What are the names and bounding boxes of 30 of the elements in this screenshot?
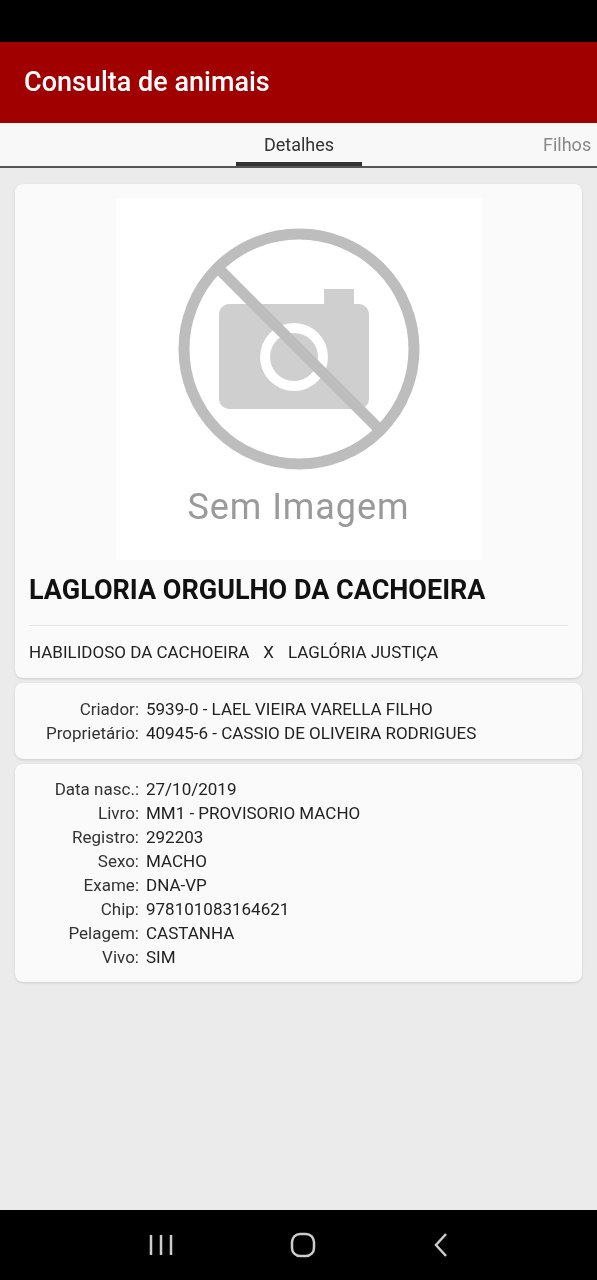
field-label: Data nasc.: <box>53 778 140 801</box>
dam-name: LAGLÓRIA JUSTIÇA <box>288 640 439 664</box>
field-value: MM1 - PROVISORIO MACHO <box>146 802 361 825</box>
field-value: 5939-0 - LAEL VIEIRA VARELLA FILHO <box>146 698 433 721</box>
field-value: 978101083164621 <box>146 898 290 921</box>
field-value: SIM <box>146 946 176 969</box>
animal-name: LAGLORIA ORGULHO DA CACHOEIRA <box>29 573 487 608</box>
field-label: Sexo: <box>96 850 140 873</box>
field-label: Proprietário: <box>45 722 140 745</box>
field-value: DNA-VP <box>146 874 207 897</box>
field-label: Registro: <box>71 826 140 849</box>
field-label: Pelagem: <box>67 922 140 945</box>
tab[interactable]: Detalhes <box>236 123 362 166</box>
back-icon[interactable] <box>432 1232 449 1258</box>
field-value: 40945-6 - CASSIO DE OLIVEIRA RODRIGUES <box>146 722 477 745</box>
field-value: CASTANHA <box>146 922 235 945</box>
field-label: Livro: <box>97 802 140 825</box>
home-icon[interactable] <box>290 1232 317 1258</box>
field-value: 27/10/2019 <box>146 778 237 801</box>
field-label: Exame: <box>82 874 140 897</box>
no-image-text: Sem Imagem <box>187 485 410 530</box>
app-title: Consulta de animais <box>24 65 270 101</box>
sire-name: HABILIDOSO DA CACHOEIRA <box>29 640 250 664</box>
field-label: Chip: <box>99 898 140 921</box>
field-label: Vivo: <box>101 946 140 969</box>
field-value: MACHO <box>146 850 207 873</box>
field-value: 292203 <box>146 826 204 849</box>
cross-separator: X <box>263 640 274 664</box>
recent-apps-icon[interactable] <box>148 1234 175 1256</box>
field-label: Criador: <box>78 698 140 721</box>
